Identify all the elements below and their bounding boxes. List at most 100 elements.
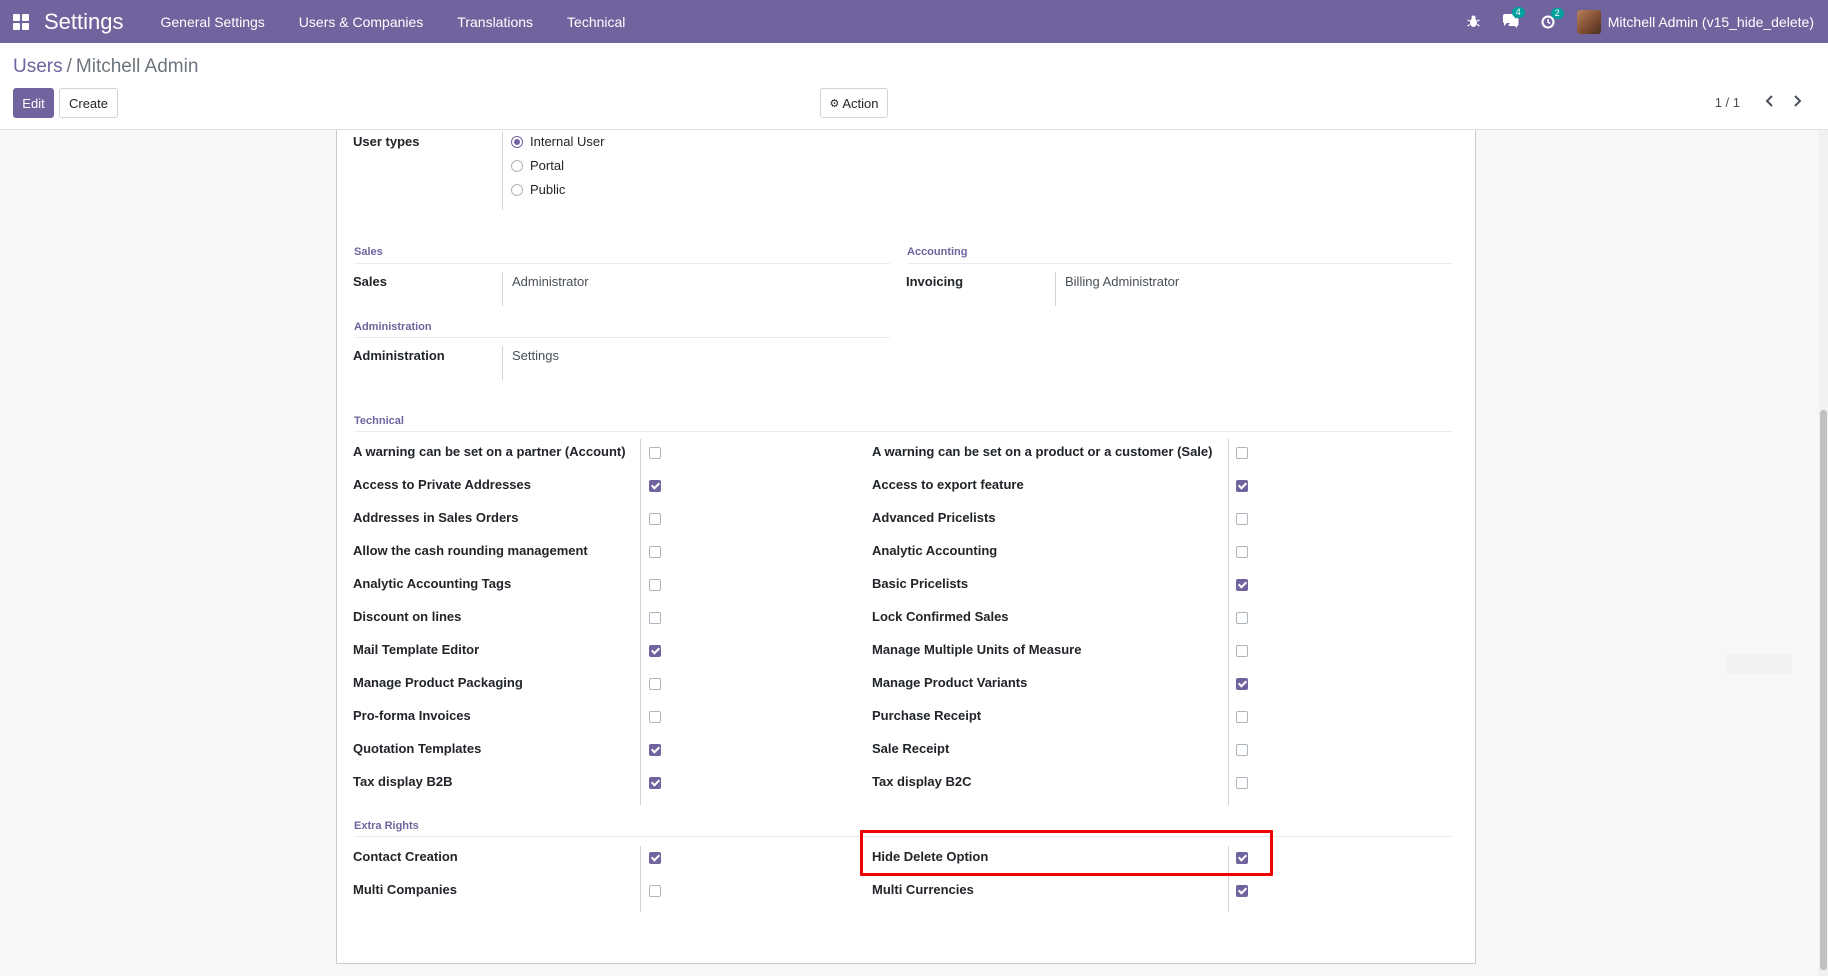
checkbox-discount-on-lines[interactable] (649, 612, 661, 624)
radio-public[interactable]: Public (511, 182, 565, 197)
checkbox-manage-product-packaging[interactable] (649, 678, 661, 690)
checkbox-label-a-warning-can-be-set-on-a-product-or-a-customer-sale: A warning can be set on a product or a c… (872, 444, 1213, 459)
checkbox-manage-multiple-units-of-measure[interactable] (1236, 645, 1248, 657)
checkbox-label-purchase-receipt: Purchase Receipt (872, 708, 982, 723)
radio-icon (511, 135, 523, 148)
top-navbar: Settings General Settings Users & Compan… (0, 0, 1828, 43)
checkbox-access-to-export-feature[interactable] (1236, 480, 1248, 492)
activities-icon[interactable]: 2 (1541, 7, 1564, 29)
invoicing-label: Invoicing (906, 274, 964, 289)
section-title-administration: Administration (354, 321, 432, 333)
checkbox-label-addresses-in-sales-orders: Addresses in Sales Orders (353, 510, 519, 525)
field-divider (1228, 439, 1229, 805)
checkbox-label-analytic-accounting: Analytic Accounting (872, 543, 998, 558)
checkbox-addresses-in-sales-orders[interactable] (649, 513, 661, 525)
checkbox-label-sale-receipt: Sale Receipt (872, 741, 950, 756)
administration-label: Administration (353, 348, 445, 363)
checkbox-quotation-templates[interactable] (649, 744, 661, 756)
breadcrumb: Users / Mitchell Admin (13, 56, 198, 78)
section-divider (354, 337, 890, 338)
menu-translations[interactable]: Translations (440, 14, 550, 30)
field-divider (640, 439, 641, 805)
field-divider (1055, 272, 1056, 306)
checkbox-analytic-accounting-tags[interactable] (649, 579, 661, 591)
section-title-sales: Sales (354, 246, 383, 258)
edit-button[interactable]: Edit (13, 88, 54, 118)
form-view: User types Internal User Portal Public S… (0, 130, 1828, 976)
invoicing-select[interactable]: Billing Administrator (1065, 274, 1179, 289)
control-panel: Users / Mitchell Admin Edit Create ⚙ Actio… (0, 43, 1828, 130)
avatar (1576, 9, 1601, 34)
menu-general-settings[interactable]: General Settings (144, 14, 282, 30)
checkbox-label-allow-the-cash-rounding-management: Allow the cash rounding management (353, 543, 588, 558)
section-divider (907, 263, 1452, 264)
highlight-hide-delete-option (860, 830, 1273, 876)
checkbox-label-lock-confirmed-sales: Lock Confirmed Sales (872, 609, 1009, 624)
action-button[interactable]: ⚙ Action (820, 88, 888, 118)
checkbox-multi-currencies[interactable] (1236, 885, 1248, 897)
checkbox-label-pro-forma-invoices: Pro-forma Invoices (353, 708, 471, 723)
sales-select[interactable]: Administrator (512, 274, 589, 289)
checkbox-purchase-receipt[interactable] (1236, 711, 1248, 723)
checkbox-label-tax-display-b2c: Tax display B2C (872, 774, 972, 789)
checkbox-label-mail-template-editor: Mail Template Editor (353, 642, 480, 657)
debug-icon[interactable] (1466, 15, 1480, 28)
checkbox-a-warning-can-be-set-on-a-product-or-a-customer-sale[interactable] (1236, 447, 1248, 459)
menu-technical[interactable]: Technical (550, 14, 642, 30)
radio-label: Portal (530, 158, 564, 173)
breadcrumb-current: Mitchell Admin (75, 56, 199, 77)
scrollbar-thumb[interactable] (1820, 410, 1827, 970)
checkbox-label-access-to-private-addresses: Access to Private Addresses (353, 477, 532, 492)
radio-internal-user[interactable]: Internal User (511, 134, 604, 149)
checkbox-label-analytic-accounting-tags: Analytic Accounting Tags (353, 576, 512, 591)
checkbox-label-a-warning-can-be-set-on-a-partner-account: A warning can be set on a partner (Accou… (353, 444, 626, 459)
checkbox-allow-the-cash-rounding-management[interactable] (649, 546, 661, 558)
checkbox-label-basic-pricelists: Basic Pricelists (872, 576, 969, 591)
app-name[interactable]: Settings (44, 9, 124, 35)
checkbox-label-multi-currencies: Multi Currencies (872, 882, 974, 897)
administration-select[interactable]: Settings (512, 348, 559, 363)
checkbox-contact-creation[interactable] (649, 852, 661, 864)
checkbox-label-quotation-templates: Quotation Templates (353, 741, 482, 756)
section-title-accounting: Accounting (907, 246, 968, 258)
checkbox-multi-companies[interactable] (649, 885, 661, 897)
checkbox-tax-display-b2b[interactable] (649, 777, 661, 789)
create-button[interactable]: Create (59, 88, 118, 118)
field-divider (502, 346, 503, 380)
gear-icon: ⚙ (829, 97, 840, 110)
systray: 4 2 Mitchell Admin (v15_hide_delete) (1466, 0, 1828, 43)
radio-portal[interactable]: Portal (511, 158, 564, 173)
checkbox-advanced-pricelists[interactable] (1236, 513, 1248, 525)
messages-icon[interactable]: 4 (1502, 7, 1525, 29)
checkbox-label-discount-on-lines: Discount on lines (353, 609, 462, 624)
checkbox-label-manage-multiple-units-of-measure: Manage Multiple Units of Measure (872, 642, 1082, 657)
pager-value[interactable]: 1 / 1 (1715, 95, 1740, 110)
field-divider (502, 132, 503, 210)
checkbox-access-to-private-addresses[interactable] (649, 480, 661, 492)
checkbox-tax-display-b2c[interactable] (1236, 777, 1248, 789)
pager-next-icon[interactable] (1786, 90, 1808, 112)
checkbox-a-warning-can-be-set-on-a-partner-account[interactable] (649, 447, 661, 459)
menu-users-companies[interactable]: Users & Companies (282, 14, 441, 30)
checkbox-label-advanced-pricelists: Advanced Pricelists (872, 510, 996, 525)
apps-menu-icon[interactable] (0, 0, 42, 43)
radio-icon (511, 183, 523, 196)
breadcrumb-users[interactable]: Users (13, 56, 63, 77)
checkbox-label-manage-product-packaging: Manage Product Packaging (353, 675, 523, 690)
checkbox-label-access-to-export-feature: Access to export feature (872, 477, 1024, 492)
checkbox-sale-receipt[interactable] (1236, 744, 1248, 756)
checkbox-pro-forma-invoices[interactable] (649, 711, 661, 723)
radio-icon (511, 159, 523, 172)
checkbox-lock-confirmed-sales[interactable] (1236, 612, 1248, 624)
pager-previous-icon[interactable] (1759, 90, 1781, 112)
scrollbar[interactable] (1819, 130, 1828, 976)
checkbox-mail-template-editor[interactable] (649, 645, 661, 657)
field-divider (502, 272, 503, 306)
checkbox-analytic-accounting[interactable] (1236, 546, 1248, 558)
action-label: Action (842, 95, 879, 111)
checkbox-manage-product-variants[interactable] (1236, 678, 1248, 690)
user-menu[interactable]: Mitchell Admin (v15_hide_delete) (1576, 9, 1814, 34)
checkbox-basic-pricelists[interactable] (1236, 579, 1248, 591)
section-divider (354, 431, 1452, 432)
field-divider (640, 846, 641, 912)
